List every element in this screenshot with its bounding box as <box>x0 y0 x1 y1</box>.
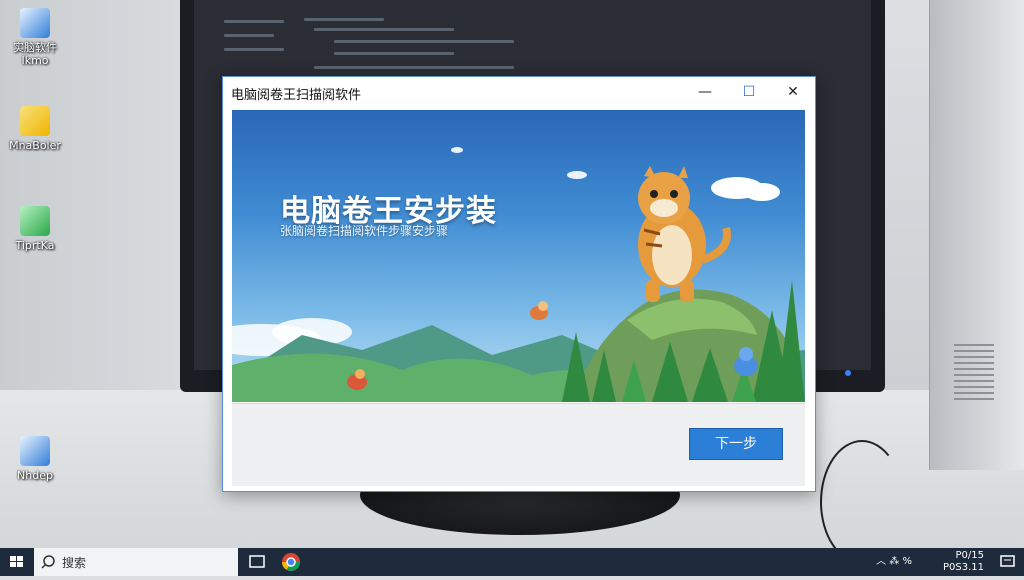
hero-banner: 电脑卷王安步装 张脑阅卷扫描阅软件步骤安步骤 <box>232 110 805 402</box>
computer-icon <box>20 8 50 38</box>
banner-subtitle: 张脑阅卷扫描阅软件步骤安步骤 <box>280 224 449 238</box>
start-button[interactable] <box>0 548 34 576</box>
chevron-up-icon[interactable]: ︿ <box>876 556 886 567</box>
desktop-icon-1[interactable]: 实脑软件 Ikmo <box>0 8 70 67</box>
desktop-icon-label: Nhdep <box>17 469 53 482</box>
notification-icon[interactable] <box>996 550 1020 574</box>
windows-logo-icon <box>10 556 23 567</box>
search-icon <box>41 555 55 569</box>
search-box[interactable]: 搜索 <box>34 548 238 576</box>
banner-illustration <box>232 147 805 402</box>
clock-date: P0S3.11 <box>942 562 984 573</box>
cable <box>820 440 904 564</box>
window-title: 电脑阅卷王扫描阅软件 <box>231 88 362 103</box>
installer-window: 电脑阅卷王扫描阅软件 — ☐ ✕ 电脑卷王安步装 张脑阅卷扫描阅软件步骤安步骤 … <box>222 76 816 492</box>
desktop-icon-label: TiprtKa <box>15 239 55 252</box>
window-footer: 下一步 <box>232 403 805 486</box>
taskbar: 搜索 ︿ ⁂ % P0/15 P0S3.11 <box>0 548 1024 576</box>
desktop-icon-label: 实脑软件 Ikmo <box>13 41 57 67</box>
task-view-icon[interactable] <box>242 550 272 574</box>
minimize-button[interactable]: — <box>683 77 727 107</box>
bird-mascot <box>530 301 548 320</box>
volume-icon[interactable]: % <box>902 556 912 567</box>
folder-icon <box>20 106 50 136</box>
desktop-icon-2[interactable]: MnaBoler <box>0 106 70 152</box>
power-led <box>845 370 851 376</box>
window-titlebar[interactable]: 电脑阅卷王扫描阅软件 — ☐ ✕ <box>223 77 815 107</box>
taskbar-clock[interactable]: P0/15 P0S3.11 <box>943 550 984 574</box>
network-icon[interactable]: ⁂ <box>889 556 899 567</box>
desktop-icon-4[interactable]: Nhdep <box>0 436 70 482</box>
search-placeholder: 搜索 <box>62 556 87 570</box>
chrome-icon[interactable] <box>276 550 306 574</box>
close-button[interactable]: ✕ <box>771 77 815 107</box>
next-button[interactable]: 下一步 <box>689 428 783 460</box>
app-icon <box>20 206 50 236</box>
tray-icons[interactable]: ︿ ⁂ % <box>876 552 912 567</box>
desktop-icon-3[interactable]: TiprtKa <box>0 206 70 252</box>
pc-tower <box>929 0 1024 470</box>
desktop-icon-label: MnaBoler <box>9 139 61 152</box>
clock-time: P0/15 <box>955 550 985 561</box>
tower-vent <box>954 340 994 400</box>
computer-icon <box>20 436 50 466</box>
maximize-button[interactable]: ☐ <box>727 77 771 107</box>
